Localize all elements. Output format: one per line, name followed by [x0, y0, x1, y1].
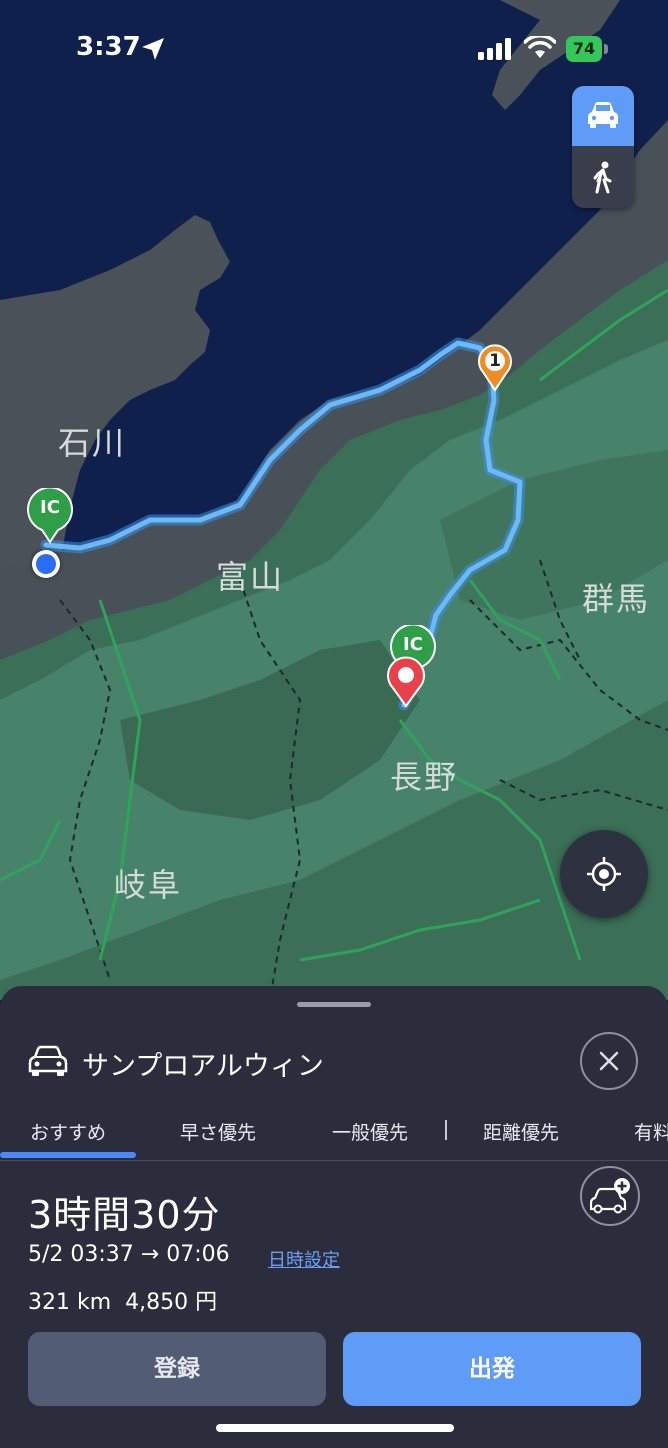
- ic-marker-label: IC: [40, 497, 60, 518]
- close-icon: [599, 1051, 619, 1071]
- car-icon: [588, 102, 618, 128]
- car-add-icon: [590, 1178, 630, 1214]
- mode-walk-button[interactable]: [572, 147, 634, 208]
- route-option-tabs: おすすめ 早さ優先 一般優先 距離優先 有料: [0, 1114, 668, 1161]
- datetime-setting-link[interactable]: 日時設定: [268, 1246, 340, 1272]
- waypoint-number: 1: [489, 351, 501, 371]
- map-label-ishikawa: 石川: [58, 424, 127, 462]
- waypoint-marker-1[interactable]: 1: [477, 344, 513, 392]
- battery-level: 74: [572, 39, 596, 58]
- destination-pin-icon[interactable]: [386, 656, 426, 708]
- departure-arrival-time: 5/2 03:37 → 07:06: [28, 1242, 230, 1267]
- tab-fastest[interactable]: 早さ優先: [180, 1118, 256, 1145]
- distance-and-toll: 321 km 4,850 円: [28, 1290, 218, 1315]
- mode-car-button[interactable]: [572, 86, 634, 146]
- tab-general-road[interactable]: 一般優先: [332, 1118, 408, 1145]
- selected-tab-indicator: [0, 1152, 136, 1158]
- map-label-toyama: 富山: [216, 558, 285, 596]
- ic-marker-start[interactable]: IC: [26, 486, 74, 544]
- destination-name: サンプロアルウィン: [82, 1051, 324, 1082]
- register-button[interactable]: 登録: [28, 1332, 326, 1406]
- transport-mode-toggle: [572, 86, 634, 208]
- current-location-dot: [32, 550, 60, 578]
- depart-button[interactable]: 出発: [343, 1332, 641, 1406]
- close-button[interactable]: [580, 1032, 638, 1090]
- status-time: 3:37: [76, 32, 141, 62]
- location-arrow-icon: [142, 38, 164, 60]
- tab-recommended[interactable]: おすすめ: [30, 1118, 106, 1145]
- tab-toll[interactable]: 有料: [634, 1118, 668, 1145]
- home-indicator: [216, 1424, 454, 1432]
- sheet-grabber[interactable]: [297, 1002, 371, 1007]
- crosshair-icon: [587, 857, 621, 891]
- battery-icon: 74: [566, 36, 608, 62]
- route-bottom-sheet: サンプロアルウィン おすすめ 早さ優先 一般優先 距離優先 有料 3時間30分 …: [0, 986, 668, 1448]
- tab-separator: [445, 1120, 447, 1140]
- ic-marker-label: IC: [403, 634, 423, 655]
- route-duration: 3時間30分: [28, 1193, 221, 1237]
- car-icon: [28, 1045, 68, 1076]
- cellular-signal-icon: [478, 38, 511, 60]
- status-bar: 3:37 74: [0, 0, 668, 100]
- map-label-nagano: 長野: [390, 758, 459, 796]
- walk-icon: [593, 161, 612, 194]
- wifi-icon: [524, 36, 556, 58]
- map-label-gunma: 群馬: [582, 580, 651, 618]
- current-location-button[interactable]: [560, 830, 648, 918]
- map-label-gifu: 岐阜: [114, 866, 183, 904]
- tab-shortest[interactable]: 距離優先: [483, 1118, 559, 1145]
- add-vehicle-button[interactable]: [580, 1166, 640, 1226]
